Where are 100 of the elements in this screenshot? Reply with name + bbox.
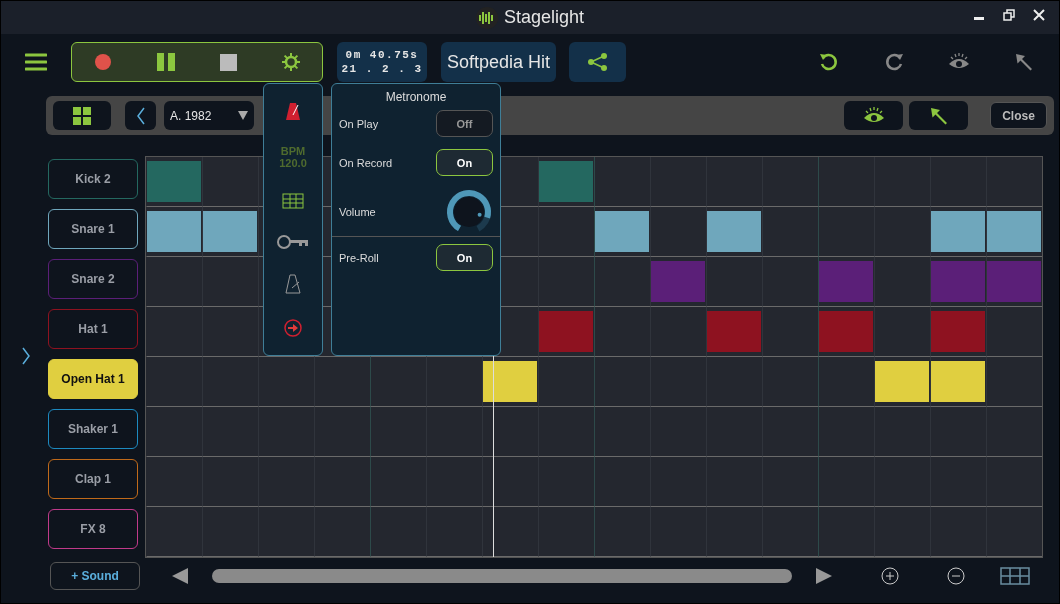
step-cell[interactable] — [650, 507, 706, 557]
metronome-icon[interactable] — [285, 274, 301, 295]
pause-icon[interactable] — [157, 53, 176, 71]
step-cell[interactable] — [818, 457, 874, 507]
step-block[interactable] — [874, 357, 930, 407]
track-button[interactable]: Hat 1 — [48, 309, 138, 349]
step-cell[interactable] — [202, 407, 258, 457]
step-cell[interactable] — [986, 307, 1042, 357]
step-cell[interactable] — [594, 407, 650, 457]
step-cell[interactable] — [986, 407, 1042, 457]
step-cell[interactable] — [594, 307, 650, 357]
step-block[interactable] — [706, 207, 762, 257]
scrollbar[interactable] — [212, 569, 792, 583]
metronome-icon[interactable] — [286, 102, 300, 121]
step-cell[interactable] — [706, 257, 762, 307]
step-cell[interactable] — [314, 507, 370, 557]
record-icon[interactable] — [94, 53, 113, 71]
step-cell[interactable] — [202, 157, 258, 207]
scroll-right-icon[interactable] — [816, 568, 832, 584]
step-cell[interactable] — [650, 457, 706, 507]
step-cell[interactable] — [706, 407, 762, 457]
track-button[interactable]: FX 8 — [48, 509, 138, 549]
step-cell[interactable] — [818, 407, 874, 457]
step-cell[interactable] — [594, 507, 650, 557]
step-cell[interactable] — [202, 507, 258, 557]
step-cell[interactable] — [706, 457, 762, 507]
step-cell[interactable] — [762, 507, 818, 557]
share-button[interactable] — [569, 42, 627, 82]
step-cell[interactable] — [370, 507, 426, 557]
step-cell[interactable] — [538, 257, 594, 307]
key-icon[interactable] — [277, 233, 309, 250]
eye-button[interactable] — [844, 101, 903, 130]
close-button[interactable]: Close — [990, 102, 1047, 129]
back-button[interactable] — [125, 101, 156, 130]
step-cell[interactable] — [538, 407, 594, 457]
step-cell[interactable] — [594, 457, 650, 507]
step-block[interactable] — [594, 207, 650, 257]
step-cell[interactable] — [930, 507, 986, 557]
step-cell[interactable] — [650, 157, 706, 207]
step-cell[interactable] — [426, 507, 482, 557]
step-cell[interactable] — [706, 507, 762, 557]
step-cell[interactable] — [762, 157, 818, 207]
step-cell[interactable] — [202, 357, 258, 407]
step-cell[interactable] — [650, 407, 706, 457]
step-cell[interactable] — [370, 407, 426, 457]
step-cell[interactable] — [258, 357, 314, 407]
step-cell[interactable] — [258, 507, 314, 557]
step-cell[interactable] — [370, 457, 426, 507]
track-button[interactable]: Open Hat 1 — [48, 359, 138, 399]
track-button[interactable]: Clap 1 — [48, 459, 138, 499]
step-cell[interactable] — [706, 357, 762, 407]
step-cell[interactable] — [874, 507, 930, 557]
step-cell[interactable] — [874, 457, 930, 507]
toggle-button[interactable]: Off — [436, 110, 493, 137]
toggle-button[interactable]: On — [436, 149, 493, 176]
song-title-button[interactable]: Softpedia Hit — [441, 42, 557, 82]
step-cell[interactable] — [762, 357, 818, 407]
step-cell[interactable] — [314, 407, 370, 457]
step-block[interactable] — [930, 207, 986, 257]
step-cell[interactable] — [314, 457, 370, 507]
step-cell[interactable] — [986, 357, 1042, 407]
stop-icon[interactable] — [219, 53, 237, 71]
step-cell[interactable] — [986, 157, 1042, 207]
step-cell[interactable] — [650, 357, 706, 407]
cursor-button[interactable] — [909, 101, 968, 130]
step-cell[interactable] — [594, 157, 650, 207]
grid-icon[interactable] — [282, 193, 304, 210]
step-cell[interactable] — [930, 157, 986, 207]
step-cell[interactable] — [538, 357, 594, 407]
track-button[interactable]: Kick 2 — [48, 159, 138, 199]
close-icon[interactable] — [1033, 9, 1045, 21]
step-block[interactable] — [986, 207, 1042, 257]
step-cell[interactable] — [874, 157, 930, 207]
track-button[interactable]: Shaker 1 — [48, 409, 138, 449]
step-block[interactable] — [482, 357, 538, 407]
step-cell[interactable] — [594, 357, 650, 407]
step-cell[interactable] — [426, 407, 482, 457]
step-cell[interactable] — [818, 157, 874, 207]
toggle-button[interactable]: On — [436, 244, 493, 271]
restore-icon[interactable] — [1003, 9, 1015, 21]
step-cell[interactable] — [818, 507, 874, 557]
step-cell[interactable] — [818, 207, 874, 257]
step-block[interactable] — [930, 357, 986, 407]
zoom-out-icon[interactable] — [947, 567, 965, 585]
expand-icon[interactable] — [20, 347, 31, 365]
step-cell[interactable] — [706, 157, 762, 207]
step-cell[interactable] — [986, 457, 1042, 507]
step-block[interactable] — [202, 207, 258, 257]
step-cell[interactable] — [762, 457, 818, 507]
grid-view-button[interactable] — [53, 101, 111, 130]
step-cell[interactable] — [258, 457, 314, 507]
step-cell[interactable] — [258, 407, 314, 457]
step-cell[interactable] — [874, 407, 930, 457]
step-cell[interactable] — [538, 507, 594, 557]
step-cell[interactable] — [202, 457, 258, 507]
settings-icon[interactable] — [281, 53, 300, 71]
step-cell[interactable] — [930, 407, 986, 457]
add-sound-button[interactable]: + Sound — [50, 562, 140, 590]
track-button[interactable]: Snare 1 — [48, 209, 138, 249]
zoom-in-icon[interactable] — [881, 567, 899, 585]
